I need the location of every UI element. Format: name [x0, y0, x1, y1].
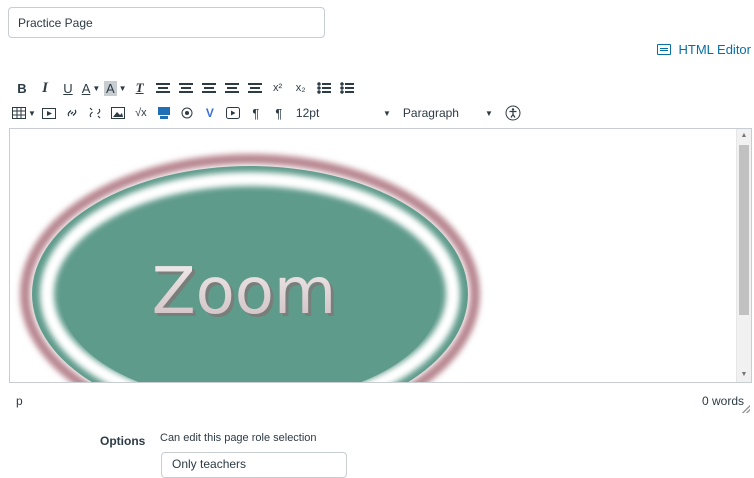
font-size-select[interactable]: 12pt ▼ — [296, 106, 391, 120]
formatting-toolbar: B I U A ▼ A ▼ T x² x₂ — [12, 77, 360, 99]
subscript-button[interactable]: x₂ — [291, 78, 311, 98]
table-button[interactable]: ▼ — [12, 103, 36, 123]
scroll-up-arrow-icon[interactable]: ▲ — [737, 129, 751, 143]
keyboard-icon — [656, 44, 671, 55]
block-format-value: Paragraph — [402, 106, 459, 120]
indent-icon — [247, 82, 262, 94]
record-icon — [181, 107, 193, 119]
link-icon — [67, 109, 77, 117]
unlink-icon — [89, 107, 101, 119]
editor-scrollbar[interactable]: ▲ ▼ — [736, 129, 751, 382]
accessibility-checker-button[interactable] — [503, 103, 523, 123]
underline-button[interactable]: U — [58, 78, 78, 98]
indent-button[interactable] — [245, 78, 265, 98]
word-count: 0 words — [701, 394, 744, 408]
chevron-down-icon: ▼ — [92, 83, 101, 93]
insert-toolbar: ▼ √x V ¶ ¶ 12pt ▼ Paragraph ▼ — [12, 102, 526, 124]
outdent-button[interactable] — [222, 78, 242, 98]
align-center-icon — [178, 82, 193, 94]
media-button[interactable] — [39, 103, 59, 123]
background-color-icon: A — [104, 80, 117, 96]
font-size-value: 12pt — [295, 106, 320, 120]
align-right-button[interactable] — [199, 78, 219, 98]
bullet-list-icon — [316, 82, 331, 94]
chevron-down-icon: ▼ — [383, 108, 391, 118]
page-title-input[interactable] — [8, 7, 325, 38]
align-left-icon — [155, 82, 170, 94]
square-root-icon: √x — [135, 107, 147, 119]
chevron-down-icon: ▼ — [28, 108, 36, 118]
image-button[interactable] — [108, 103, 128, 123]
v-tool-button[interactable]: V — [200, 103, 220, 123]
element-path[interactable]: p — [16, 394, 23, 408]
bullet-list-button[interactable] — [314, 78, 334, 98]
zoom-image: Zoom Zoom — [20, 154, 480, 382]
record-media-button[interactable] — [177, 103, 197, 123]
bold-button[interactable]: B — [12, 78, 32, 98]
embed-button[interactable] — [154, 103, 174, 123]
clear-formatting-button[interactable]: T — [130, 78, 150, 98]
resize-handle-icon[interactable] — [742, 405, 750, 413]
background-color-button[interactable]: A ▼ — [104, 78, 127, 98]
scroll-down-arrow-icon[interactable]: ▼ — [737, 368, 751, 382]
link-button[interactable] — [62, 103, 82, 123]
chevron-down-icon: ▼ — [118, 83, 127, 93]
equation-button[interactable]: √x — [131, 103, 151, 123]
table-icon — [12, 107, 26, 119]
ltr-mark-button[interactable]: ¶ — [246, 103, 266, 123]
align-center-button[interactable] — [176, 78, 196, 98]
options-description: Can edit this page role selection — [160, 432, 317, 444]
html-editor-link[interactable]: HTML Editor — [656, 42, 751, 57]
align-left-button[interactable] — [153, 78, 173, 98]
v-icon: V — [205, 106, 214, 120]
chevron-down-icon: ▼ — [485, 108, 493, 118]
rich-content-editor[interactable]: Zoom Zoom ▲ ▼ — [9, 128, 752, 383]
unlink-button[interactable] — [85, 103, 105, 123]
numbered-list-button[interactable] — [337, 78, 357, 98]
image-icon — [110, 107, 125, 119]
editor-statusbar: p 0 words — [9, 384, 752, 414]
play-icon — [225, 107, 240, 119]
text-color-icon: A — [81, 80, 91, 96]
superscript-button[interactable]: x² — [268, 78, 288, 98]
block-format-select[interactable]: Paragraph ▼ — [403, 106, 493, 120]
zoom-image-text: Zoom — [152, 255, 337, 329]
video-button[interactable] — [223, 103, 243, 123]
accessibility-icon — [505, 105, 521, 121]
rtl-mark-button[interactable]: ¶ — [269, 103, 289, 123]
html-editor-label: HTML Editor — [678, 42, 751, 57]
embed-icon — [157, 107, 170, 119]
italic-button[interactable]: I — [35, 78, 55, 98]
outdent-icon — [224, 82, 239, 94]
edit-role-select[interactable]: Only teachers — [161, 452, 347, 478]
options-label: Options — [100, 434, 146, 448]
align-right-icon — [201, 82, 216, 94]
numbered-list-icon — [339, 82, 354, 94]
text-color-button[interactable]: A ▼ — [81, 78, 101, 98]
media-icon — [41, 107, 56, 119]
scrollbar-thumb[interactable] — [739, 145, 749, 315]
